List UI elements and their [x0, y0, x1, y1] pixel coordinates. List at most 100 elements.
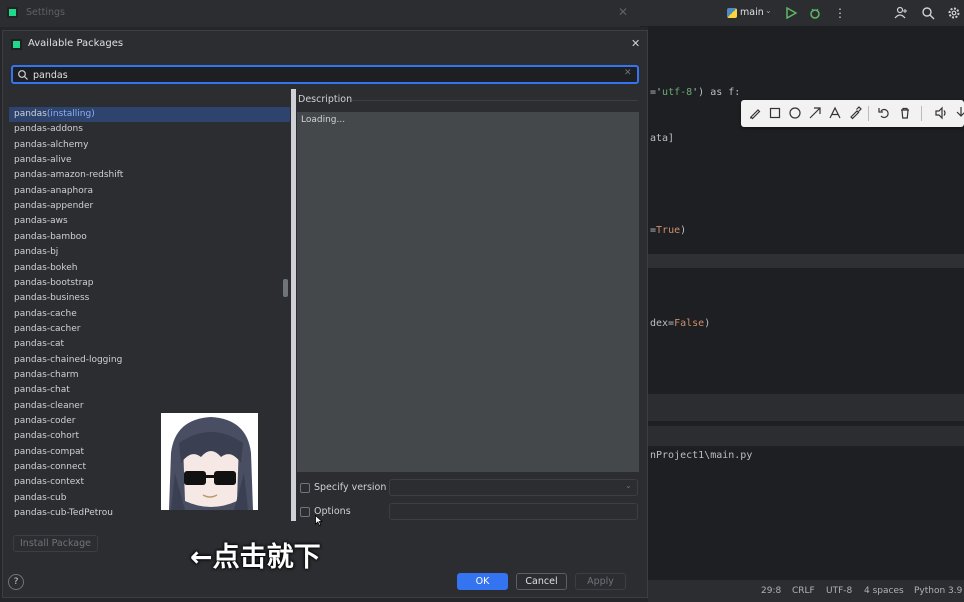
package-name: pandas-aws — [14, 216, 68, 227]
package-name: pandas-charm — [14, 369, 79, 380]
help-button[interactable]: ? — [8, 574, 24, 590]
caret-line-highlight — [648, 254, 964, 268]
package-name: pandas-cat — [14, 339, 65, 350]
status-interpreter[interactable]: Python 3.9 — [914, 586, 962, 596]
description-text: Loading... — [301, 115, 346, 125]
toolbar-divider — [868, 106, 869, 121]
options-field[interactable] — [389, 503, 638, 520]
list-item[interactable]: pandas-appender — [9, 199, 290, 214]
undo-icon[interactable] — [877, 106, 891, 120]
debug-icon[interactable] — [809, 7, 821, 19]
package-name: pandas-bokeh — [14, 262, 78, 273]
list-item[interactable]: pandas-chat — [9, 383, 290, 398]
list-item[interactable]: pandas-bamboo — [9, 230, 290, 245]
version-select[interactable]: ⌄ — [389, 479, 638, 496]
description-label: Description — [298, 94, 353, 105]
install-package-button[interactable]: Install Package — [13, 535, 98, 552]
list-item[interactable]: pandas-alive — [9, 153, 290, 168]
list-item[interactable]: pandas-business — [9, 291, 290, 306]
search-icon[interactable] — [921, 6, 935, 20]
pencil-icon[interactable] — [748, 106, 762, 120]
annotation-toolbar — [741, 100, 964, 127]
status-encoding[interactable]: UTF-8 — [826, 586, 852, 596]
chevron-down-icon: ⌄ — [625, 481, 632, 490]
close-icon[interactable]: ✕ — [631, 37, 640, 50]
package-name: pandas-cohort — [14, 431, 79, 442]
list-item[interactable]: pandas(installing) — [9, 107, 290, 122]
package-name: pandas-addons — [14, 124, 83, 135]
splitter[interactable] — [291, 89, 296, 521]
list-item[interactable]: pandas-cacher — [9, 322, 290, 337]
settings-titlebar: Settings ✕ — [0, 0, 640, 27]
package-name: pandas-chained-logging — [14, 354, 123, 365]
clear-icon[interactable]: ✕ — [624, 68, 632, 78]
list-item[interactable]: pandas-charm — [9, 368, 290, 383]
code-line: ata] — [650, 133, 675, 144]
divider — [352, 100, 638, 101]
video-subtitle: ←点击就下 — [190, 542, 321, 573]
mascot-sticker — [161, 413, 258, 510]
toolbar-divider — [921, 106, 922, 121]
list-item[interactable]: pandas-amazon-redshift — [9, 168, 290, 183]
search-icon — [17, 69, 29, 81]
scrollbar-thumb[interactable] — [283, 279, 288, 297]
list-item[interactable]: pandas-bj — [9, 245, 290, 260]
package-name: pandas-appender — [14, 201, 94, 212]
options-checkbox[interactable] — [300, 507, 310, 517]
apply-button[interactable]: Apply — [575, 573, 626, 590]
circle-icon[interactable] — [788, 106, 802, 120]
close-icon[interactable]: ✕ — [618, 5, 628, 19]
list-item[interactable]: pandas-cat — [9, 337, 290, 352]
list-item[interactable]: pandas-cache — [9, 307, 290, 322]
ok-button[interactable]: OK — [457, 573, 508, 590]
status-indent[interactable]: 4 spaces — [864, 586, 904, 596]
package-name: pandas-cache — [14, 308, 77, 319]
status-line-separator[interactable]: CRLF — [792, 586, 815, 596]
list-item[interactable]: pandas-bootstrap — [9, 276, 290, 291]
list-item[interactable]: pandas-addons — [9, 122, 290, 137]
description-pane — [297, 112, 639, 472]
run-panel-header — [648, 394, 964, 421]
add-user-icon[interactable] — [894, 6, 908, 20]
list-item[interactable]: pandas-cleaner — [9, 399, 290, 414]
code-line: dex=False) — [650, 318, 711, 329]
package-name: pandas-context — [14, 477, 85, 488]
status-position[interactable]: 29:8 — [761, 586, 781, 596]
ide-toolbar: main ⌄ ⋮ — [640, 0, 964, 27]
package-name: pandas-compat — [14, 446, 85, 457]
gear-icon[interactable] — [947, 6, 961, 20]
package-name: pandas-coder — [14, 416, 76, 426]
package-name: pandas-chat — [14, 385, 70, 396]
run-output-path: nProject1\main.py — [650, 450, 753, 461]
package-name: pandas-amazon-redshift — [14, 170, 124, 181]
list-item[interactable]: pandas-chained-logging — [9, 353, 290, 368]
package-name: pandas-alive — [14, 155, 72, 166]
rectangle-icon[interactable] — [768, 106, 782, 120]
package-name: pandas-cub — [14, 492, 67, 503]
package-name: pandas-bj — [14, 247, 59, 258]
list-item[interactable]: pandas-aws — [9, 214, 290, 229]
trash-icon[interactable] — [898, 106, 912, 120]
arrow-icon[interactable] — [808, 106, 822, 120]
marker-icon[interactable] — [848, 106, 862, 120]
list-item[interactable]: pandas-alchemy — [9, 138, 290, 153]
code-line: ='utf-8') as f: — [650, 87, 741, 98]
package-name: pandas-business — [14, 293, 90, 304]
cancel-button[interactable]: Cancel — [516, 573, 567, 590]
list-item[interactable]: pandas-bokeh — [9, 261, 290, 276]
python-icon — [727, 8, 737, 18]
list-item[interactable]: pandas-anaphora — [9, 184, 290, 199]
package-name: pandas-bamboo — [14, 231, 87, 242]
status-bar: 29:8 CRLF UTF-8 4 spaces Python 3.9 — [648, 580, 964, 602]
specify-version-checkbox[interactable] — [300, 483, 310, 493]
pycharm-logo-icon — [7, 7, 18, 18]
more-icon[interactable]: ⋮ — [834, 6, 846, 20]
package-search: ✕ — [11, 65, 639, 84]
run-icon[interactable] — [786, 7, 797, 19]
run-panel — [648, 394, 964, 576]
download-icon[interactable] — [954, 106, 964, 120]
search-input[interactable] — [33, 68, 613, 82]
branch-selector[interactable]: main — [740, 7, 764, 18]
text-icon[interactable] — [828, 106, 842, 120]
speaker-icon[interactable] — [934, 106, 948, 120]
